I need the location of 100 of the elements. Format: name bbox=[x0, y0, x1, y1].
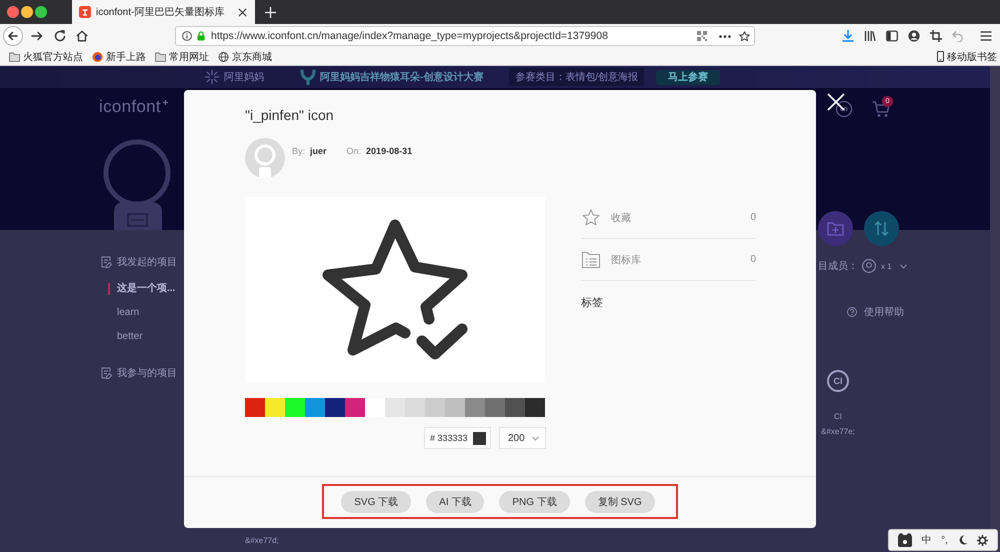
lock-icon bbox=[197, 31, 205, 41]
color-swatch-icon[interactable] bbox=[245, 398, 265, 417]
download-button[interactable]: SVG 下载 bbox=[341, 491, 412, 513]
more-icon[interactable] bbox=[719, 34, 731, 38]
close-window-icon[interactable] bbox=[7, 6, 19, 18]
new-tab-icon[interactable] bbox=[265, 6, 276, 18]
download-button[interactable]: AI 下载 bbox=[426, 491, 484, 513]
star-check-icon bbox=[321, 218, 469, 362]
phone-icon bbox=[937, 51, 944, 62]
stat-count: 0 bbox=[750, 254, 756, 265]
folder-plus-icon[interactable] bbox=[818, 211, 853, 246]
author-label: By: bbox=[292, 145, 306, 157]
color-swatch-icon[interactable] bbox=[345, 398, 365, 417]
section-title: 我参与的项目 bbox=[117, 366, 177, 380]
member-count: x 1 bbox=[881, 262, 892, 270]
mascot-icon bbox=[300, 69, 316, 85]
sidebar-item[interactable]: learn bbox=[108, 307, 140, 319]
date-value: 2019-08-31 bbox=[366, 145, 412, 157]
forward-icon[interactable] bbox=[31, 30, 43, 42]
minimize-window-icon[interactable] bbox=[21, 6, 33, 18]
info-icon[interactable] bbox=[182, 31, 192, 41]
color-swatch-icon[interactable] bbox=[525, 398, 545, 417]
dialog-title: "i_pinfen" icon bbox=[245, 106, 335, 124]
chevron-down-icon[interactable] bbox=[900, 264, 907, 268]
back-icon[interactable] bbox=[3, 26, 23, 46]
download-button[interactable]: 复制 SVG bbox=[584, 491, 655, 513]
sidebar-item[interactable]: 这是一个项... bbox=[108, 283, 176, 295]
banner-title: 阿里妈妈吉祥物猿耳朵-创意设计大赛 bbox=[320, 70, 484, 84]
document-icon bbox=[101, 256, 112, 268]
help-icon bbox=[847, 307, 857, 317]
round-logo-icon bbox=[92, 52, 103, 62]
folder-list-icon[interactable] bbox=[582, 251, 600, 268]
close-tab-icon[interactable] bbox=[238, 8, 248, 16]
banner-brand: 阿里妈妈 bbox=[224, 71, 264, 84]
color-swatch-icon[interactable] bbox=[485, 398, 505, 417]
library-icon[interactable] bbox=[864, 30, 876, 42]
bookmark-item[interactable]: 常用网址 bbox=[155, 50, 209, 64]
mobile-bookmarks-link[interactable]: 移动版书签 bbox=[937, 50, 997, 64]
folder-icon bbox=[155, 52, 166, 62]
account-icon[interactable] bbox=[908, 30, 920, 42]
banner-category: 参赛类目：表情包/创意海报 bbox=[509, 68, 644, 86]
author-name[interactable]: juer bbox=[310, 145, 327, 157]
color-swatch-icon[interactable] bbox=[425, 398, 445, 417]
icon-glyph: CI bbox=[827, 370, 849, 392]
icon-code: &#xe77d; bbox=[245, 535, 279, 547]
color-field[interactable]: # 333333 bbox=[424, 427, 491, 449]
color-swatch-icon[interactable] bbox=[385, 398, 405, 417]
bookmark-item[interactable]: 火狐官方站点 bbox=[9, 50, 83, 64]
bookmark-item[interactable]: 新手上路 bbox=[92, 50, 146, 64]
download-icon[interactable] bbox=[842, 30, 854, 42]
color-swatch-icon[interactable] bbox=[285, 398, 305, 417]
sidebar-item[interactable]: better bbox=[108, 331, 143, 343]
home-icon[interactable] bbox=[76, 30, 88, 42]
scrollbar-track[interactable] bbox=[990, 66, 1000, 552]
color-swatch-icon[interactable] bbox=[465, 398, 485, 417]
color-swatch-icon[interactable] bbox=[405, 398, 425, 417]
join-contest-button[interactable]: 马上参赛 bbox=[656, 70, 720, 84]
document-icon bbox=[101, 367, 112, 379]
avatar-icon bbox=[245, 138, 285, 178]
stat-label: 收藏 bbox=[611, 212, 631, 224]
color-swatch-icon[interactable] bbox=[325, 398, 345, 417]
color-swatch-icon[interactable] bbox=[265, 398, 285, 417]
logo-text[interactable]: iconfont bbox=[99, 97, 161, 117]
size-select[interactable]: 200 bbox=[499, 427, 546, 449]
settings-icon[interactable] bbox=[977, 534, 988, 546]
reload-icon[interactable] bbox=[54, 30, 66, 42]
browser-tab[interactable]: iconfont-阿里巴巴矢量图标库 bbox=[72, 0, 256, 24]
address-bar[interactable]: https://www.iconfont.cn/manage/index?manage_type=myprojects&projectId=1379908 bbox=[175, 26, 755, 46]
url-text: https://www.iconfont.cn/manage/index?manage_type=myprojects&projectId=1379908 bbox=[211, 30, 608, 42]
stat-label: 图标库 bbox=[611, 254, 641, 266]
moon-icon[interactable] bbox=[958, 535, 968, 545]
maximize-window-icon[interactable] bbox=[35, 6, 47, 18]
color-swatch-icon[interactable] bbox=[365, 398, 385, 417]
qr-code-icon[interactable] bbox=[697, 31, 707, 41]
bookmark-item[interactable]: 京东商城 bbox=[218, 50, 272, 64]
stat-count: 0 bbox=[750, 212, 756, 223]
cart-icon[interactable] bbox=[872, 100, 890, 118]
icon-name: CI bbox=[834, 411, 842, 423]
plus-icon bbox=[162, 100, 168, 105]
crop-icon[interactable] bbox=[930, 30, 942, 42]
color-swatch-icon[interactable] bbox=[305, 398, 325, 417]
help-link[interactable]: 使用帮助 bbox=[864, 305, 904, 319]
sort-icon[interactable] bbox=[864, 211, 899, 246]
color-swatch-icon[interactable] bbox=[505, 398, 525, 417]
members-label: 目成员： bbox=[818, 260, 858, 273]
download-button[interactable]: PNG 下载 bbox=[499, 491, 570, 513]
ime-punctuation[interactable]: °, bbox=[941, 534, 948, 546]
icon-code: &#xe77e; bbox=[821, 426, 855, 438]
color-swatch-icon[interactable] bbox=[445, 398, 465, 417]
folder-icon bbox=[9, 52, 20, 62]
ime-mode[interactable]: 中 bbox=[921, 533, 932, 547]
bear-icon[interactable] bbox=[898, 533, 912, 547]
sidebar-icon[interactable] bbox=[886, 30, 898, 42]
date-label: On: bbox=[346, 145, 362, 157]
bookmark-star-icon[interactable] bbox=[739, 30, 750, 42]
globe-icon bbox=[218, 52, 229, 62]
section-title: 我发起的项目 bbox=[117, 256, 177, 269]
menu-icon[interactable] bbox=[980, 30, 992, 42]
star-outline-icon[interactable] bbox=[582, 209, 600, 226]
favicon-icon bbox=[79, 6, 91, 18]
